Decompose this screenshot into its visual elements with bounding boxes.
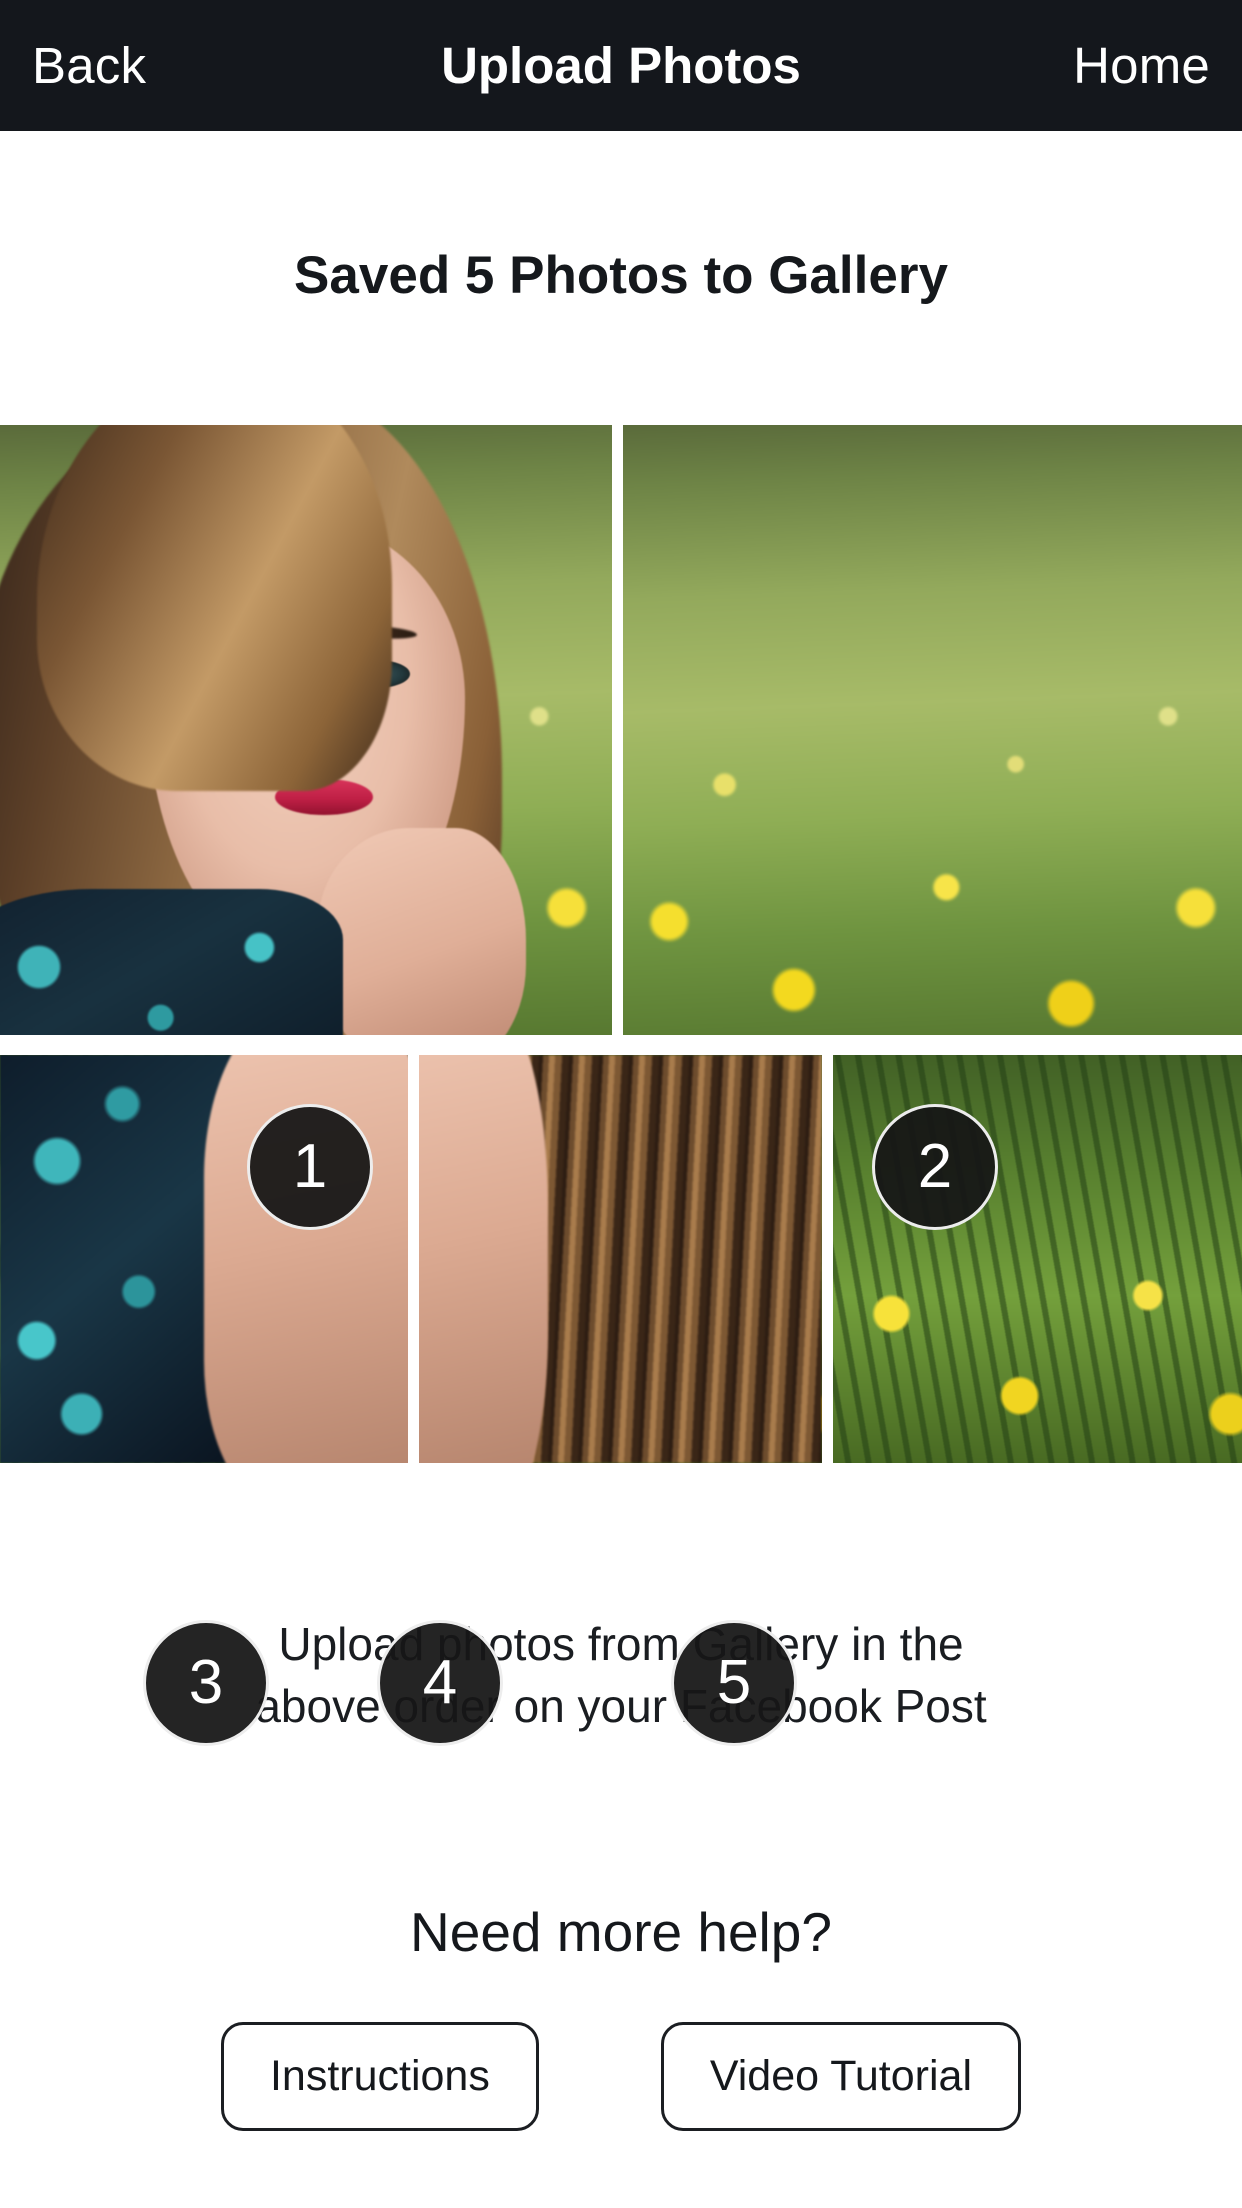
- photo-order-badge-4[interactable]: 4: [377, 1620, 503, 1746]
- photo-background: [623, 425, 1242, 1035]
- upload-photos-screen: Back Home Upload Photos Saved 5 Photos t…: [0, 0, 1242, 2208]
- photo-tile-2[interactable]: [623, 425, 1242, 1035]
- hand-shape: [318, 827, 527, 1035]
- photo-order-badge-1[interactable]: 1: [247, 1104, 373, 1230]
- photo-background: [833, 1055, 1242, 1463]
- photo-grid-row-top: [0, 425, 1242, 1035]
- photo-tile-1[interactable]: [0, 425, 612, 1035]
- page-title: Upload Photos: [441, 37, 801, 94]
- help-section-title: Need more help?: [410, 1901, 832, 1963]
- shirt-shape: [0, 888, 343, 1035]
- video-tutorial-button[interactable]: Video Tutorial: [660, 2022, 1022, 2131]
- saved-status-heading: Saved 5 Photos to Gallery: [294, 246, 948, 305]
- grid-gap: [822, 1055, 834, 1463]
- skin-shape: [418, 1055, 548, 1463]
- top-navigation-bar: Back Home Upload Photos: [0, 0, 1242, 131]
- photo-order-badge-5[interactable]: 5: [671, 1620, 797, 1746]
- home-button[interactable]: Home: [1073, 36, 1210, 95]
- photo-tile-5[interactable]: [833, 1055, 1242, 1463]
- hair-front-shape: [36, 425, 392, 791]
- photo-order-badge-3[interactable]: 3: [143, 1620, 269, 1746]
- photo-grid-row-bottom: [0, 1055, 1242, 1463]
- photo-order-badge-2[interactable]: 2: [872, 1104, 998, 1230]
- help-button-row: Instructions Video Tutorial: [0, 2022, 1242, 2131]
- instructions-button[interactable]: Instructions: [220, 2022, 539, 2131]
- photo-grid: 1 2 3 4 5: [0, 425, 1242, 1746]
- grid-gap: [407, 1055, 419, 1463]
- back-button[interactable]: Back: [32, 36, 146, 95]
- photo-tile-4[interactable]: [418, 1055, 823, 1463]
- grid-gap: [612, 425, 623, 1035]
- portrait-image: [0, 425, 612, 1035]
